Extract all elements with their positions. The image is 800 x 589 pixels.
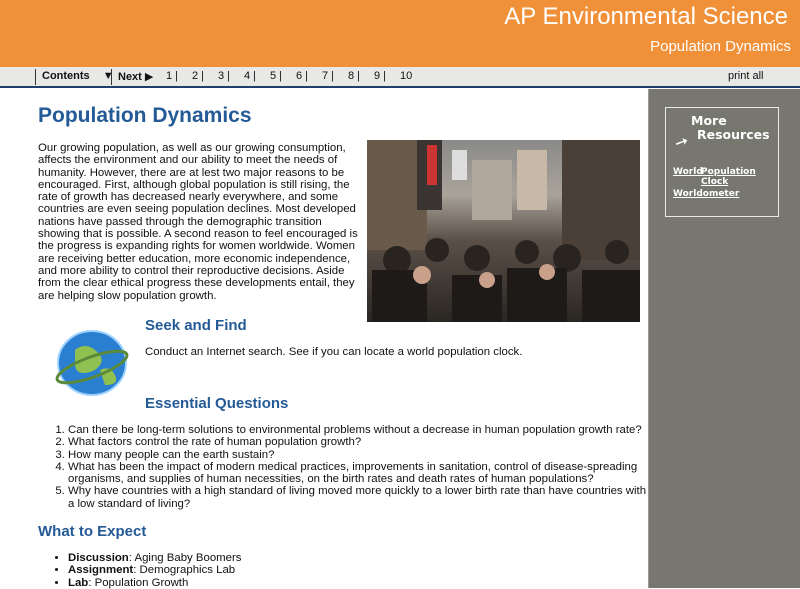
page-link-7[interactable]: 7 xyxy=(322,70,328,82)
sidebar: More Resources ➚ World Population Clock W… xyxy=(648,89,800,588)
more-resources-box: More Resources ➚ World Population Clock W… xyxy=(665,107,779,217)
population-clock-link[interactable]: Population Clock xyxy=(701,167,778,187)
question-item: How many people can the earth sustain? xyxy=(68,449,648,461)
globe-icon xyxy=(55,325,130,402)
page-link-2[interactable]: 2 xyxy=(192,70,198,82)
page-link-10[interactable]: 10 xyxy=(400,70,412,82)
question-item: What has been the impact of modern medic… xyxy=(68,461,648,486)
essential-questions-heading: Essential Questions xyxy=(145,395,289,412)
page-separator: | xyxy=(305,70,308,82)
question-item: Why have countries with a high standard … xyxy=(68,485,648,510)
intro-paragraph: Our growing population, as well as our g… xyxy=(38,142,358,302)
contents-menu[interactable]: Contents ▼ xyxy=(42,70,114,82)
page-link-3[interactable]: 3 xyxy=(218,70,224,82)
play-arrow-icon: ▶ xyxy=(144,71,154,83)
page-separator: | xyxy=(279,70,282,82)
page-separator: | xyxy=(331,70,334,82)
divider xyxy=(35,69,36,85)
question-item: Can there be long-term solutions to envi… xyxy=(68,424,648,436)
divider xyxy=(111,69,112,85)
seek-find-heading: Seek and Find xyxy=(145,317,247,334)
site-title: AP Environmental Science xyxy=(504,3,788,30)
page-link-8[interactable]: 8 xyxy=(348,70,354,82)
expect-item: Discussion: Aging Baby Boomers xyxy=(68,552,242,564)
cursor-arrow-icon: ➚ xyxy=(671,131,692,153)
print-all-link[interactable]: print all xyxy=(728,70,763,82)
page-link-1[interactable]: 1 xyxy=(166,70,172,82)
seek-find-text: Conduct an Internet search. See if you c… xyxy=(145,346,523,358)
crowd-street-photo xyxy=(367,140,640,322)
site-subtitle: Population Dynamics xyxy=(650,38,791,55)
worldometer-link[interactable]: Worldometer xyxy=(673,189,739,199)
nav-bar: Contents ▼ Next ▶ print all 1 | 2 | 3 | 4 | 5 | 6 |… xyxy=(0,67,800,88)
page-link-9[interactable]: 9 xyxy=(374,70,380,82)
page-separator: | xyxy=(253,70,256,82)
page-separator: | xyxy=(201,70,204,82)
expect-item: Lab: Population Growth xyxy=(68,577,242,589)
next-button[interactable]: Next ▶ xyxy=(118,70,153,83)
question-item: What factors control the rate of human p… xyxy=(68,436,648,448)
page-separator: | xyxy=(357,70,360,82)
site-header: AP Environmental Science Population Dyna… xyxy=(0,0,800,67)
page-title: Population Dynamics xyxy=(38,104,252,127)
page-link-5[interactable]: 5 xyxy=(270,70,276,82)
what-to-expect-heading: What to Expect xyxy=(38,523,147,540)
page-separator: | xyxy=(383,70,386,82)
page-link-6[interactable]: 6 xyxy=(296,70,302,82)
more-resources-heading: More Resources xyxy=(691,113,770,142)
world-link[interactable]: World xyxy=(673,167,703,177)
expect-item: Assignment: Demographics Lab xyxy=(68,564,242,576)
page-separator: | xyxy=(175,70,178,82)
page-link-4[interactable]: 4 xyxy=(244,70,250,82)
expect-list: Discussion: Aging Baby Boomers Assignmen… xyxy=(68,552,242,589)
questions-list: Can there be long-term solutions to envi… xyxy=(68,424,648,510)
page-separator: | xyxy=(227,70,230,82)
